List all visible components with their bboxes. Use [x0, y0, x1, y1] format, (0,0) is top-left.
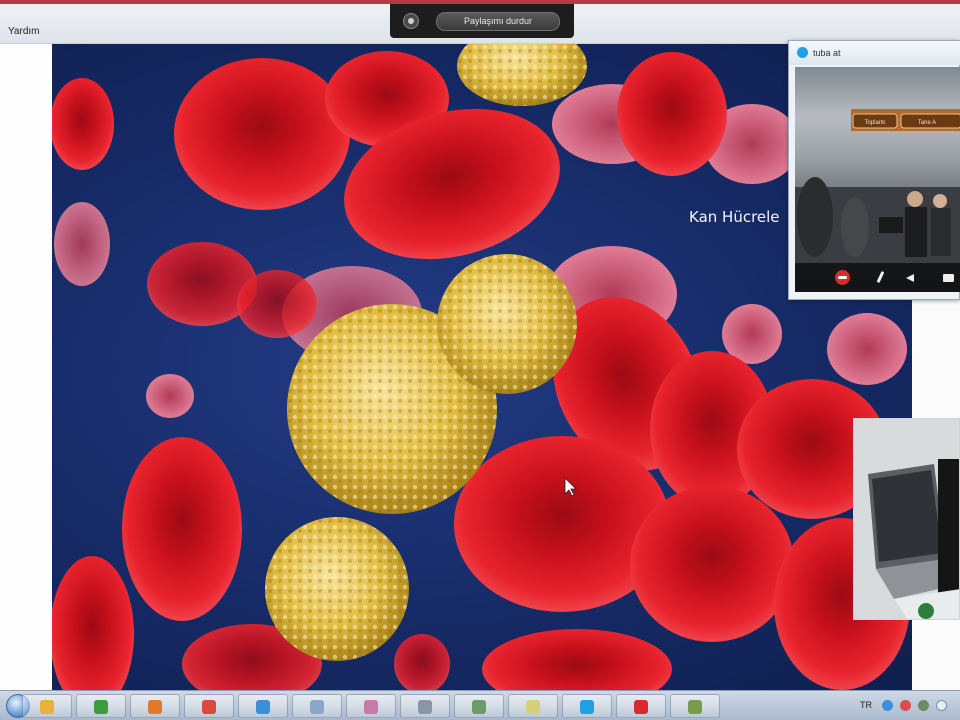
red-blood-cell [617, 52, 727, 176]
grid-app-icon [310, 700, 324, 714]
red-blood-cell [52, 78, 114, 170]
chrome-icon [202, 700, 216, 714]
taskbar-button[interactable] [562, 694, 612, 718]
clock-icon[interactable] [936, 700, 947, 711]
media-icon [472, 700, 486, 714]
network-icon[interactable] [882, 700, 893, 711]
volume-tray-icon[interactable] [918, 700, 929, 711]
white-blood-cell-texture [265, 517, 409, 661]
classroom-video: Toplantı Tane A [795, 109, 960, 267]
student-face [933, 194, 947, 208]
call-controls-bar [795, 263, 960, 292]
taskbar-button[interactable] [616, 694, 666, 718]
skype-icon [797, 47, 808, 58]
firefox-icon [148, 700, 162, 714]
white-blood-cell-texture [457, 44, 587, 106]
paint-icon [364, 700, 378, 714]
system-tray: TR [856, 694, 960, 718]
red-blood-cell [394, 634, 450, 690]
taskbar-button[interactable] [292, 694, 342, 718]
student-silhouette [905, 207, 927, 257]
slide-caption: Kan Hücrele [689, 208, 780, 226]
student-silhouette [931, 208, 951, 256]
taskbar-button[interactable] [184, 694, 234, 718]
skype-icon [580, 700, 594, 714]
taskbar-button[interactable] [238, 694, 288, 718]
end-call-icon[interactable] [835, 270, 850, 285]
checkmark-icon [94, 700, 108, 714]
pink-cell [54, 202, 110, 286]
menu-item-help[interactable]: Yardım [8, 26, 40, 37]
presentation-slide: Kan Hücrele [52, 44, 912, 690]
red-blood-cell [174, 58, 350, 210]
pink-cell [146, 374, 194, 418]
screen-share-icon [403, 13, 419, 29]
volume-icon[interactable] [903, 270, 918, 285]
microphone-icon[interactable] [873, 270, 888, 285]
red-blood-cell [630, 486, 794, 642]
video-call-window[interactable]: tuba at Toplantı Tane A [788, 40, 960, 300]
notepad-icon [526, 700, 540, 714]
blood-cells-image [52, 44, 910, 690]
left-margin [0, 44, 52, 690]
remote-video-feed: Toplantı Tane A [795, 67, 960, 292]
student-face [907, 191, 923, 207]
taskbar-button[interactable] [130, 694, 180, 718]
red-blood-cell [52, 556, 134, 690]
white-blood-cell-texture [437, 254, 577, 394]
banner-text: Tane A [918, 120, 936, 126]
tools-icon [688, 700, 702, 714]
person-silhouette [938, 459, 959, 609]
red-blood-cell [482, 629, 672, 690]
taskbar-button[interactable] [22, 694, 72, 718]
self-view-image [854, 419, 959, 619]
call-titlebar[interactable]: tuba at [789, 41, 960, 65]
taskbar-button[interactable] [346, 694, 396, 718]
monitor [879, 217, 903, 233]
plant [918, 603, 934, 619]
language-indicator[interactable]: TR [860, 700, 872, 710]
taskbar-button[interactable] [454, 694, 504, 718]
red-blood-cell [122, 437, 242, 621]
taskbar-button[interactable] [508, 694, 558, 718]
globe-icon [256, 700, 270, 714]
pink-cell [827, 313, 907, 385]
self-webcam-view[interactable] [853, 418, 960, 620]
alert-icon[interactable] [900, 700, 911, 711]
camera-icon[interactable] [943, 270, 958, 285]
screen-share-bar: Paylaşımı durdur [390, 4, 574, 38]
windows-explorer-icon [40, 700, 54, 714]
student-silhouette [797, 177, 833, 257]
banner-text: Toplantı [864, 120, 885, 126]
pdf-icon [634, 700, 648, 714]
student-silhouette [841, 197, 869, 257]
call-contact-name: tuba at [813, 48, 841, 58]
taskbar-button[interactable] [400, 694, 450, 718]
email-icon [418, 700, 432, 714]
stop-sharing-button[interactable]: Paylaşımı durdur [436, 12, 560, 31]
taskbar-button[interactable] [670, 694, 720, 718]
windows-taskbar: TR [0, 690, 960, 720]
laptop-display [872, 470, 942, 562]
taskbar-button[interactable] [76, 694, 126, 718]
red-blood-cell [237, 270, 317, 338]
